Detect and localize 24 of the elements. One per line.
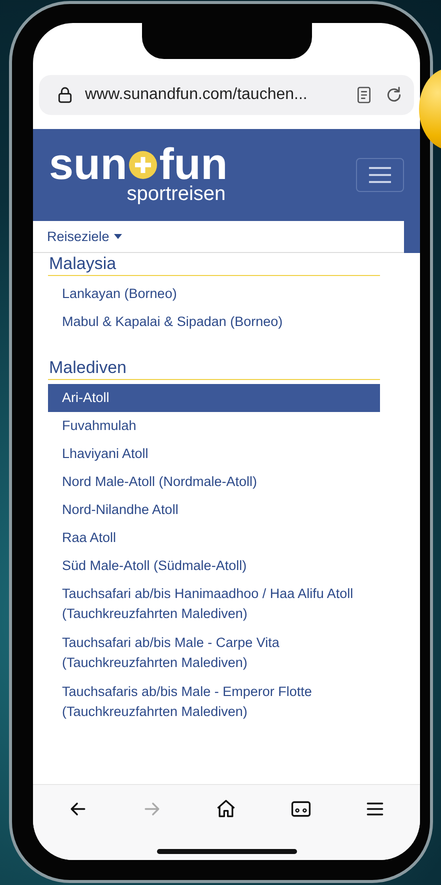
plus-circle-icon	[128, 150, 158, 180]
home-icon	[215, 798, 238, 820]
destination-link[interactable]: Tauchsafari ab/bis Male - Carpe Vita (Tauchkreuzfahrten Malediven)	[48, 629, 380, 678]
destination-link[interactable]: Ari-Atoll	[48, 384, 380, 412]
destination-link[interactable]: Nord-Nilandhe Atoll	[48, 496, 380, 524]
destination-link[interactable]: Tauchsafaris ab/bis Male - Emperor Flotte (Tauchkreuzfahrten Malediven)	[48, 678, 380, 727]
destination-link[interactable]: Raa Atoll	[48, 524, 380, 552]
destination-link[interactable]: Lankayan (Borneo)	[48, 280, 380, 308]
destination-link[interactable]: Lhaviyani Atoll	[48, 440, 380, 468]
destination-link[interactable]: Nord Male-Atoll (Nordmale-Atoll)	[48, 468, 380, 496]
address-bar[interactable]: www.sunandfun.com/tauchen...	[39, 75, 414, 115]
destination-link[interactable]: Mabul & Kapalai & Sipadan (Borneo)	[48, 308, 380, 336]
menu-icon	[367, 165, 393, 185]
logo-text: sun	[49, 144, 128, 184]
caret-icon	[114, 234, 122, 240]
destination-link[interactable]: Süd Male-Atoll (Südmale-Atoll)	[48, 552, 380, 580]
destinations-dropdown[interactable]: Reiseziele	[33, 221, 404, 253]
url-text: www.sunandfun.com/tauchen...	[85, 86, 308, 104]
section-heading: Malaysia	[48, 254, 380, 276]
destination-link[interactable]: Fuvahmulah	[48, 412, 380, 440]
destination-link[interactable]: Tauchsafari ab/bis Hanimaadhoo / Haa Alifu Atoll (Tauchkreuzfahrten Malediven)	[48, 580, 380, 629]
logo-tagline: sportreisen	[126, 182, 226, 206]
section-heading: Malediven	[48, 358, 380, 380]
logo-text: fun	[159, 144, 228, 184]
